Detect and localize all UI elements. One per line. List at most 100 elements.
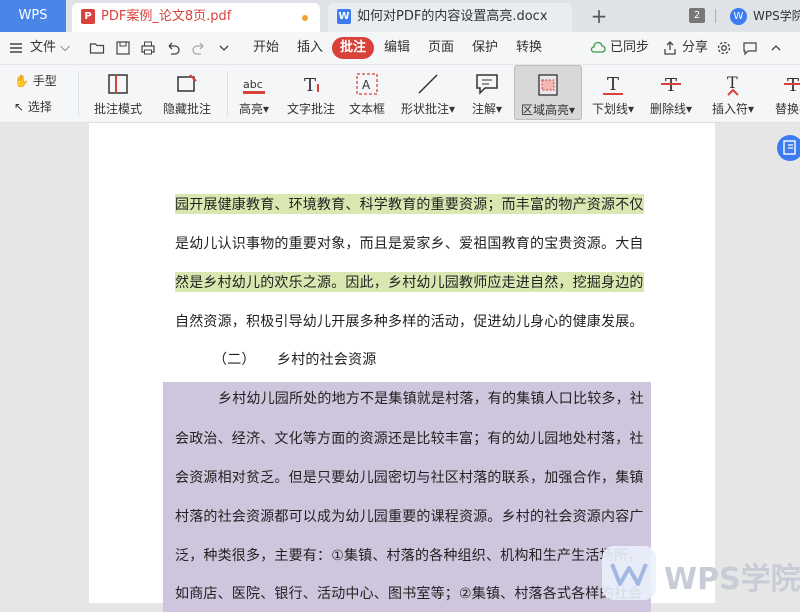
insert-caret-icon: T <box>727 73 739 96</box>
translate-doc-icon <box>783 140 796 155</box>
highlight-button[interactable]: abc 高亮▾ <box>234 65 274 122</box>
area-highlight-icon <box>538 74 558 96</box>
hide-annotations-label: 隐藏批注 <box>162 102 211 116</box>
select-label: 选择 <box>27 100 52 114</box>
tabbar-divider <box>715 9 716 23</box>
hamburger-icon[interactable] <box>8 40 24 56</box>
tab-pdf-title: PDF案例_论文8页.pdf <box>101 9 232 24</box>
doc-line-11: 如商店、医院、银行、活动中心、图书室等；②集镇、村落各式各样的社会 <box>175 586 643 602</box>
area-highlight-button[interactable]: 区域高亮▾ <box>514 65 582 120</box>
textbox-icon-text: A <box>362 78 371 92</box>
ribbon-divider <box>227 71 228 116</box>
strikethrough-button[interactable]: T 删除线▾ <box>646 65 696 122</box>
replace-mark-icon: T <box>784 75 800 96</box>
doc-line-7: 会政治、经济、文化等方面的资源还是比较丰富；有的幼儿园地处村落，社 <box>175 431 644 447</box>
pdf-file-icon: P <box>81 9 95 24</box>
wps-logo-icon: W <box>730 8 747 25</box>
area-highlight-region[interactable] <box>163 382 651 612</box>
quick-access-dropdown-icon[interactable] <box>216 40 232 56</box>
underline-button[interactable]: T 下划线▾ <box>588 65 638 122</box>
strikethrough-label: 删除线▾ <box>649 102 693 116</box>
share-button[interactable]: 分享 <box>682 32 708 64</box>
hand-tool[interactable]: ✋ 手型 <box>14 72 57 89</box>
share-icon <box>664 41 676 55</box>
floating-assistant-button[interactable] <box>777 135 800 161</box>
text-annotation-icon-text: T <box>304 75 316 96</box>
annotation-mode-icon <box>108 74 128 94</box>
hand-icon: ✋ <box>14 74 29 88</box>
doc-line-1: 园开展健康教育、环境教育、科学教育的重要资源；而丰富的物产资源不仅 <box>175 194 644 214</box>
text-annotation-icon: T <box>304 75 319 96</box>
menu-annotate[interactable]: 批注 <box>332 37 375 59</box>
print-icon[interactable] <box>140 40 156 56</box>
strikethrough-label-text: 删除线 <box>649 102 686 116</box>
svg-text:T: T <box>787 75 799 96</box>
insert-caret-label-text: 插入符 <box>711 102 748 116</box>
settings-gear-icon[interactable] <box>716 40 732 56</box>
file-menu[interactable]: 文件 ⌵ <box>30 32 70 64</box>
highlight-label: 高亮▾ <box>238 102 270 116</box>
note-bubble-icon <box>476 74 498 95</box>
replace-mark-button[interactable]: T 替换符 <box>766 65 800 122</box>
annotation-mode-label: 批注模式 <box>93 102 142 116</box>
annotation-ribbon: ✋ 手型 ↖ 选择 批注模式 隐藏批注 abc 高亮▾ T 文字批注 A 文本框… <box>0 65 800 123</box>
menu-protect[interactable]: 保护 <box>472 32 498 64</box>
replace-mark-label: 替换符 <box>774 102 800 116</box>
hide-annotations-button[interactable]: 隐藏批注 <box>156 65 218 122</box>
sync-status[interactable]: 已同步 <box>610 32 649 64</box>
new-tab-button[interactable]: + <box>587 3 611 29</box>
file-menu-label: 文件 <box>30 40 57 55</box>
minimize-ribbon-icon[interactable] <box>768 40 784 56</box>
doc-line-4: 自然资源，积极引导幼儿开展多种多样的活动，促进幼儿身心的健康发展。 <box>175 314 644 330</box>
svg-text:T: T <box>665 75 677 96</box>
wps-home-tab[interactable]: WPS <box>0 0 66 32</box>
highlight-icon-text: abc <box>243 78 263 91</box>
note-button[interactable]: 注解▾ <box>466 65 508 122</box>
underline-label-text: 下划线 <box>591 102 628 116</box>
pdf-page[interactable]: 园开展健康教育、环境教育、科学教育的重要资源；而丰富的物产资源不仅 是幼儿认识事… <box>89 123 715 612</box>
redo-icon[interactable] <box>191 40 207 56</box>
note-label: 注解▾ <box>471 102 503 116</box>
watermark-text: WPS学院 <box>664 562 800 597</box>
open-folder-icon[interactable] <box>89 40 105 56</box>
area-highlight-label-text: 区域高亮 <box>520 103 569 117</box>
undo-icon[interactable] <box>165 40 181 56</box>
select-tool[interactable]: ↖ 选择 <box>14 98 52 115</box>
comment-icon[interactable] <box>742 40 758 56</box>
annotation-mode-button[interactable]: 批注模式 <box>88 65 148 122</box>
text-annotation-button[interactable]: T 文字批注 <box>284 65 338 122</box>
insert-caret-button[interactable]: T 插入符▾ <box>706 65 760 122</box>
menu-insert[interactable]: 插入 <box>297 32 323 64</box>
hide-annotation-icon <box>177 74 197 92</box>
note-label-text: 注解 <box>471 102 496 116</box>
menu-edit[interactable]: 编辑 <box>384 32 410 64</box>
highlight-abc-icon: abc <box>243 78 265 94</box>
wps-academy-link[interactable]: W WPS学院 <box>730 6 800 26</box>
text-annotation-label: 文字批注 <box>286 102 335 116</box>
section-heading: （二） 乡村的社会资源 <box>213 352 377 368</box>
highlight-label-text: 高亮 <box>238 102 263 116</box>
hand-label: 手型 <box>32 74 57 88</box>
tab-pdf-document[interactable]: P PDF案例_论文8页.pdf <box>72 3 320 32</box>
shape-annotation-button[interactable]: 形状批注▾ <box>396 65 460 122</box>
strikethrough-icon: T <box>661 75 681 96</box>
menu-convert[interactable]: 转换 <box>516 32 542 64</box>
doc-line-2: 是幼儿认识事物的重要对象，而且是爱家乡、爱祖国教育的宝贵资源。大自 <box>175 236 644 252</box>
menu-page[interactable]: 页面 <box>428 32 454 64</box>
save-icon[interactable] <box>115 40 131 56</box>
window-count-badge[interactable]: 2 <box>689 8 705 23</box>
unsaved-dot-icon <box>302 15 308 21</box>
doc-line-6: 乡村幼儿园所处的地方不是集镇就是村落，有的集镇人口比较多，社 <box>218 391 644 407</box>
shape-line-icon <box>418 74 438 94</box>
insert-caret-label: 插入符▾ <box>711 102 755 116</box>
cursor-arrow-icon: ↖ <box>14 100 25 114</box>
menu-start[interactable]: 开始 <box>253 32 279 64</box>
shape-annotation-label-text: 形状批注 <box>400 102 449 116</box>
doc-line-3: 然是乡村幼儿的欢乐之源。因此，乡村幼儿园教师应走进自然，挖掘身边的 <box>175 272 644 292</box>
brand-label: WPS学院 <box>753 9 800 23</box>
tab-docx-document[interactable]: W 如何对PDF的内容设置高亮.docx <box>328 3 572 32</box>
textbox-button[interactable]: A 文本框 <box>344 65 390 122</box>
textbox-label: 文本框 <box>348 102 385 116</box>
doc-line-9: 村落的社会资源都可以成为幼儿园重要的课程资源。乡村的社会资源内容广 <box>175 509 644 525</box>
underline-label: 下划线▾ <box>591 102 635 116</box>
